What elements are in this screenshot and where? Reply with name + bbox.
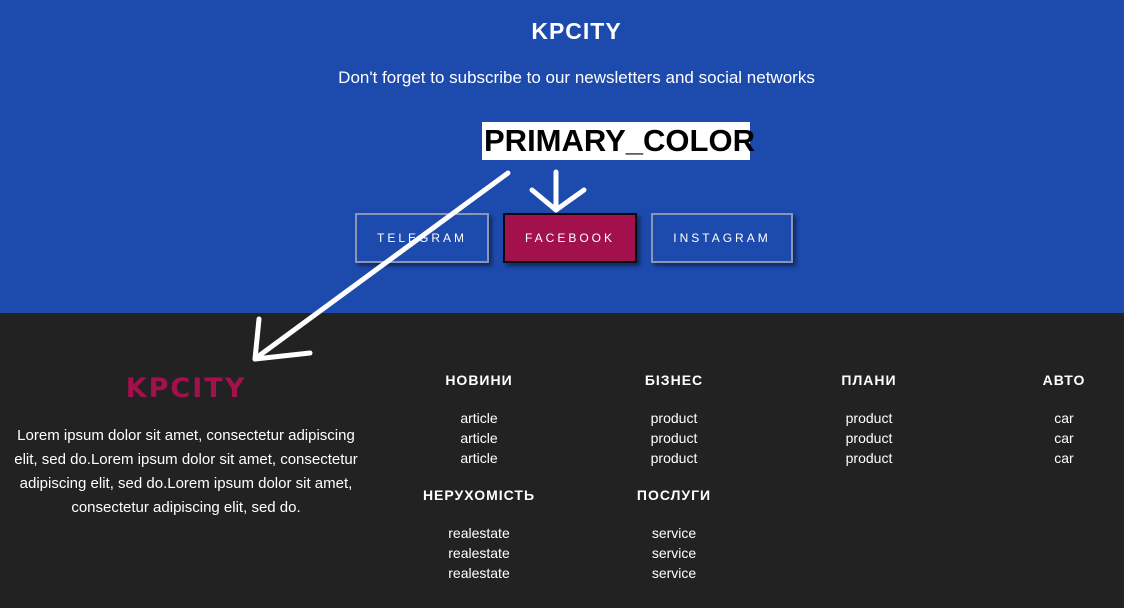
footer-column-services: ПОСЛУГИ service service service — [594, 485, 754, 583]
footer-link[interactable]: product — [789, 448, 949, 468]
footer-link[interactable]: service — [594, 543, 754, 563]
page: KPCITY Don't forget to subscribe to our … — [0, 0, 1124, 608]
facebook-button[interactable]: FACEBOOK — [503, 213, 637, 263]
footer-column-business: БІЗНЕС product product product — [594, 370, 754, 468]
footer-link[interactable]: realestate — [399, 563, 559, 583]
footer-link[interactable]: product — [594, 428, 754, 448]
telegram-button[interactable]: TELEGRAM — [355, 213, 489, 263]
footer-link[interactable]: product — [789, 428, 949, 448]
footer-column-plans: ПЛАНИ product product product — [789, 370, 949, 468]
footer-link[interactable]: car — [984, 448, 1124, 468]
column-title: ПОСЛУГИ — [636, 487, 712, 503]
footer-column-news: НОВИНИ article article article — [399, 370, 559, 468]
footer-link[interactable]: article — [399, 448, 559, 468]
footer-link[interactable]: service — [594, 563, 754, 583]
column-title: БІЗНЕС — [644, 372, 704, 388]
footer-link[interactable]: car — [984, 428, 1124, 448]
footer-description: Lorem ipsum dolor sit amet, consectetur … — [14, 427, 358, 516]
column-title: ПЛАНИ — [841, 372, 897, 388]
footer-link[interactable]: article — [399, 428, 559, 448]
header-brand: KPCITY — [531, 18, 622, 44]
column-title: НЕРУХОМІСТЬ — [422, 487, 536, 503]
footer-brand: KPCITY — [125, 373, 247, 404]
column-title: НОВИНИ — [445, 372, 513, 388]
footer-link[interactable]: realestate — [399, 543, 559, 563]
column-title: АВТО — [1042, 372, 1086, 388]
footer-column-auto: АВТО car car car — [984, 370, 1124, 468]
subscribe-tagline: Don't forget to subscribe to our newslet… — [338, 68, 815, 87]
footer-column-realestate: НЕРУХОМІСТЬ realestate realestate reales… — [399, 485, 559, 583]
footer-link[interactable]: article — [399, 408, 559, 428]
footer-link[interactable]: service — [594, 523, 754, 543]
footer-link[interactable]: car — [984, 408, 1124, 428]
footer-link[interactable]: realestate — [399, 523, 559, 543]
footer-link[interactable]: product — [789, 408, 949, 428]
footer-link[interactable]: product — [594, 408, 754, 428]
primary-color-annotation: PRIMARY_COLOR — [482, 122, 755, 160]
footer-link[interactable]: product — [594, 448, 754, 468]
instagram-button[interactable]: INSTAGRAM — [651, 213, 793, 263]
